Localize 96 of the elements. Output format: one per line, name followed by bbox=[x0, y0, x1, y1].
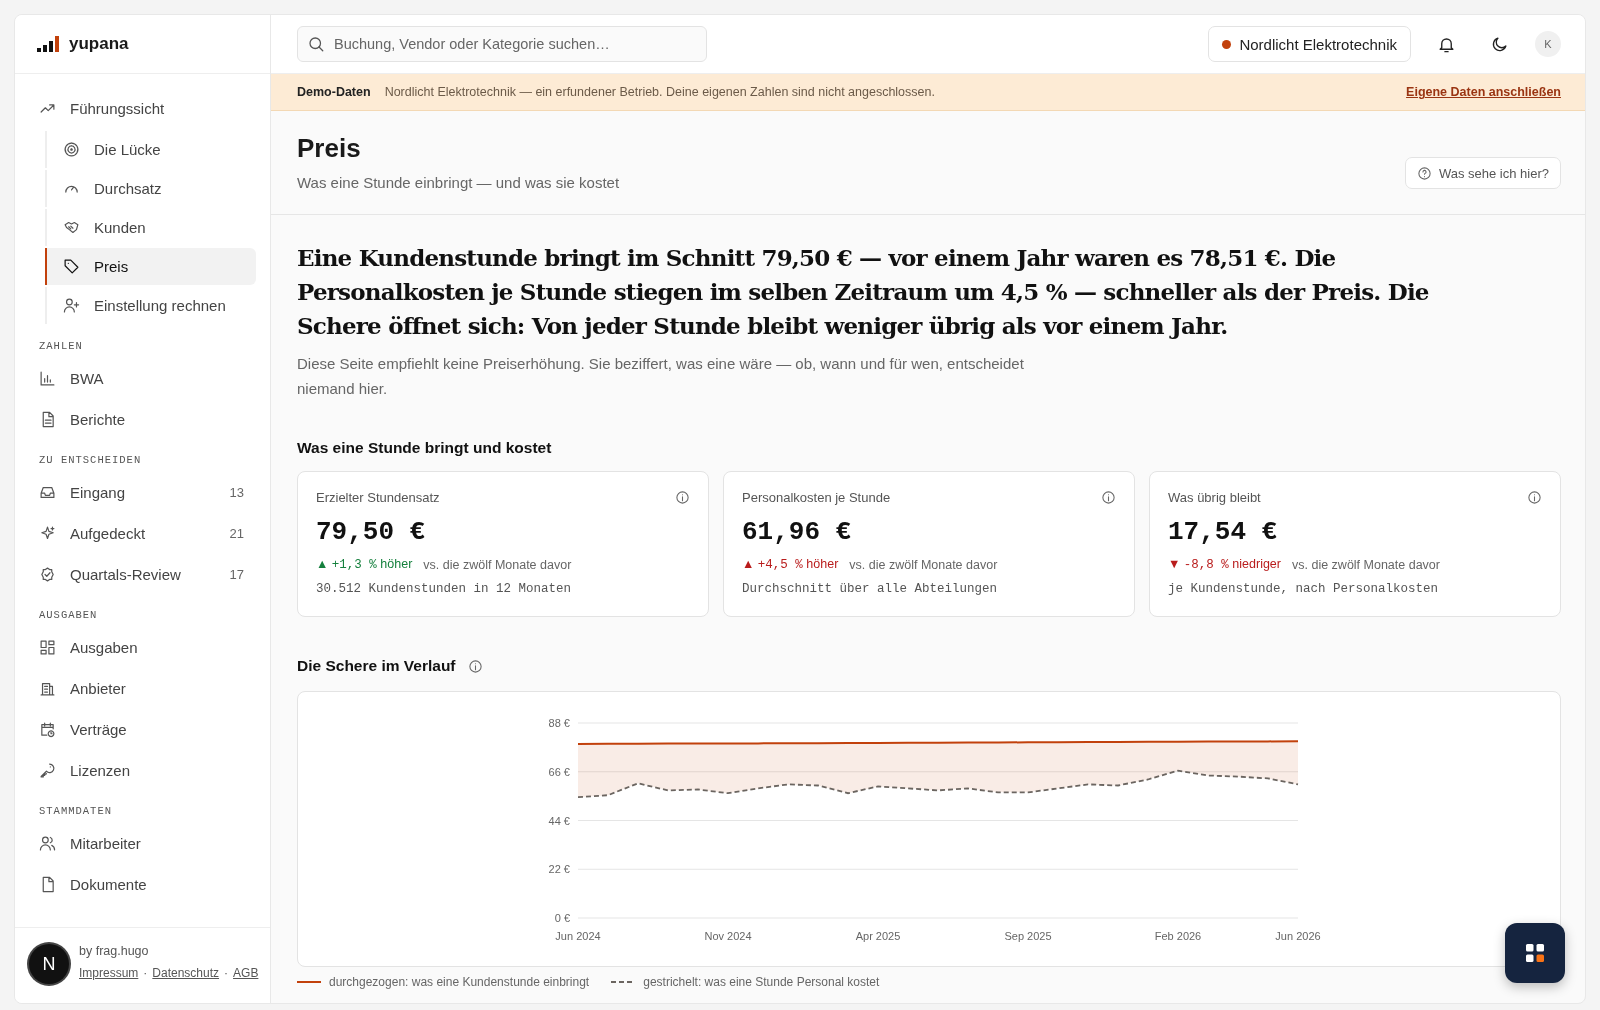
comparison-text: vs. die zwölf Monate davor bbox=[849, 557, 998, 572]
footer-link[interactable]: Datenschutz bbox=[152, 966, 220, 980]
note-text: Diese Seite empfiehlt keine Preiserhöhung. Sie beziffert, was eine wäre — ob, wann und für wen, entscheidet niemand hier. bbox=[297, 354, 1025, 399]
metric-value: 79,50 € bbox=[316, 517, 427, 547]
metric-detail: Durchschnitt über alle Abteilungen bbox=[742, 582, 999, 596]
count-label: 17 bbox=[229, 567, 244, 582]
section-heading: ZU ENTSCHEIDEN bbox=[38, 453, 143, 468]
nav-item[interactable]: Die Lücke bbox=[45, 131, 256, 168]
x-tick-label: Apr 2025 bbox=[855, 930, 901, 942]
nav-item[interactable]: Lizenzen bbox=[29, 750, 256, 791]
company-switcher[interactable]: Nordlicht Elektrotechnik bbox=[1208, 26, 1411, 62]
y-tick-label: 22 € bbox=[548, 863, 570, 876]
page-subtitle: Was eine Stunde einbringt — und was sie kostet bbox=[297, 174, 620, 191]
banner-label: Demo-Daten bbox=[297, 85, 371, 99]
y-tick-label: 66 € bbox=[548, 765, 570, 778]
x-tick-label: Nov 2024 bbox=[704, 930, 752, 942]
check-badge-icon bbox=[39, 566, 56, 583]
info-icon[interactable] bbox=[675, 490, 690, 505]
banner-text: Nordlicht Elektrotechnik — ein erfundener Betrieb. Deine eigenen Zahlen sind nicht angeschlossen. bbox=[384, 85, 935, 99]
key-icon bbox=[39, 762, 56, 779]
metric-label: Was übrig bleibt bbox=[1168, 490, 1261, 505]
y-tick-label: 88 € bbox=[548, 717, 570, 729]
metric-detail: je Kundenstunde, nach Personalkosten bbox=[1168, 582, 1440, 596]
user-plus-icon bbox=[63, 297, 80, 314]
metric-detail: 30.512 Kundenstunden in 12 Monaten bbox=[316, 582, 573, 596]
bar-chart-icon bbox=[39, 370, 56, 387]
x-tick-label: Feb 2026 bbox=[1154, 930, 1202, 942]
solid-line-icon bbox=[297, 980, 321, 984]
y-tick-label: 44 € bbox=[548, 814, 570, 827]
legend-text: gestrichelt: was eine Stunde Personal kostet bbox=[643, 975, 880, 989]
nav-item[interactable]: Eingang 13 bbox=[29, 472, 256, 513]
help-button[interactable]: Was sehe ich hier? bbox=[1404, 157, 1561, 189]
change-value: ▼ -8,8 % niedriger bbox=[1168, 557, 1281, 572]
handshake-icon bbox=[63, 219, 80, 236]
grid-icon bbox=[1525, 943, 1545, 963]
brand-name: yupana bbox=[69, 34, 129, 54]
headline-text: Eine Kundenstunde bringt im Schnitt 79,50 € — vor einem Jahr waren es 78,51 €. Die Personalkosten je Stunde stiegen im selben Zeitraum um 4,5 % — schneller als der Preis. Die Schere öffnet sich: Von jeder Stunde bleibt weniger übrig als vor einem Jahr. bbox=[297, 243, 1430, 341]
nav-item[interactable]: Kunden bbox=[45, 209, 256, 246]
footer-link[interactable]: AGB bbox=[233, 966, 259, 980]
info-icon[interactable] bbox=[1527, 490, 1542, 505]
connect-data-link[interactable]: Eigene Daten anschließen bbox=[1406, 85, 1561, 99]
x-tick-label: Jun 2024 bbox=[555, 930, 601, 942]
nav-item[interactable]: Verträge bbox=[29, 709, 256, 750]
tag-icon bbox=[63, 258, 80, 275]
metric-value: 17,54 € bbox=[1168, 517, 1279, 547]
nav-item[interactable]: Einstellung rechnen bbox=[45, 287, 256, 324]
nav-item[interactable]: Mitarbeiter bbox=[29, 823, 256, 864]
nav-item[interactable]: Führungssicht bbox=[29, 88, 256, 129]
comparison-text: vs. die zwölf Monate davor bbox=[1292, 557, 1440, 572]
nav-item[interactable]: Durchsatz bbox=[45, 170, 256, 207]
chart-title: Die Schere im Verlauf bbox=[297, 657, 456, 675]
y-tick-label: 0 € bbox=[554, 912, 570, 924]
users-icon bbox=[39, 835, 56, 852]
info-icon[interactable] bbox=[1101, 490, 1116, 505]
change-value: ▲ +1,3 % höher bbox=[316, 557, 413, 572]
x-tick-label: Sep 2025 bbox=[1004, 930, 1052, 942]
comparison-text: vs. die zwölf Monate davor bbox=[423, 557, 572, 572]
section-heading: AUSGABEN bbox=[38, 608, 99, 623]
nav-item[interactable]: Berichte bbox=[29, 399, 256, 440]
avatar[interactable]: K bbox=[1535, 31, 1561, 57]
metric-value: 61,96 € bbox=[742, 517, 853, 547]
nav-item[interactable]: Dokumente bbox=[29, 864, 256, 905]
nav-item[interactable]: Quartals-Review 17 bbox=[29, 554, 256, 595]
nav-item[interactable]: Preis bbox=[45, 248, 256, 285]
section-heading: STAMMDATEN bbox=[38, 804, 113, 819]
apps-button[interactable] bbox=[1505, 923, 1565, 983]
building-icon bbox=[39, 680, 56, 697]
count-label: 21 bbox=[229, 526, 244, 541]
nav-item[interactable]: Ausgaben bbox=[29, 627, 256, 668]
metric-label: Erzielter Stundensatz bbox=[316, 490, 440, 505]
search-icon bbox=[307, 35, 325, 53]
calendar-clock-icon bbox=[39, 721, 56, 738]
section-title: Was eine Stunde bringt und kostet bbox=[297, 439, 553, 457]
target-icon bbox=[63, 141, 80, 158]
nav-item[interactable]: Anbieter bbox=[29, 668, 256, 709]
nav-item[interactable]: Aufgedeckt 21 bbox=[29, 513, 256, 554]
legend-text: durchgezogen: was eine Kundenstunde einbringt bbox=[329, 975, 590, 989]
x-tick-label: Jun 2026 bbox=[1275, 930, 1321, 942]
grid-icon bbox=[39, 639, 56, 656]
page-title: Preis bbox=[297, 133, 362, 164]
separator-dot: · bbox=[143, 966, 148, 980]
change-value: ▲ +4,5 % höher bbox=[742, 557, 839, 572]
section-heading: ZAHLEN bbox=[38, 339, 84, 354]
metric-label: Personalkosten je Stunde bbox=[742, 490, 891, 505]
info-icon[interactable] bbox=[467, 658, 483, 674]
credit-text: by frag.hugo bbox=[79, 944, 150, 958]
logo-icon bbox=[37, 36, 59, 52]
question-icon bbox=[1416, 165, 1432, 181]
separator-dot: · bbox=[224, 966, 229, 980]
search-field[interactable]: Buchung, Vendor oder Kategorie suchen… bbox=[297, 26, 707, 62]
footer-link[interactable]: Impressum bbox=[79, 966, 139, 980]
sparkle-icon bbox=[39, 525, 56, 542]
count-label: 13 bbox=[229, 485, 244, 500]
nav-item[interactable]: BWA bbox=[29, 358, 256, 399]
dev-badge[interactable]: N bbox=[29, 944, 69, 984]
inbox-icon bbox=[39, 484, 56, 501]
